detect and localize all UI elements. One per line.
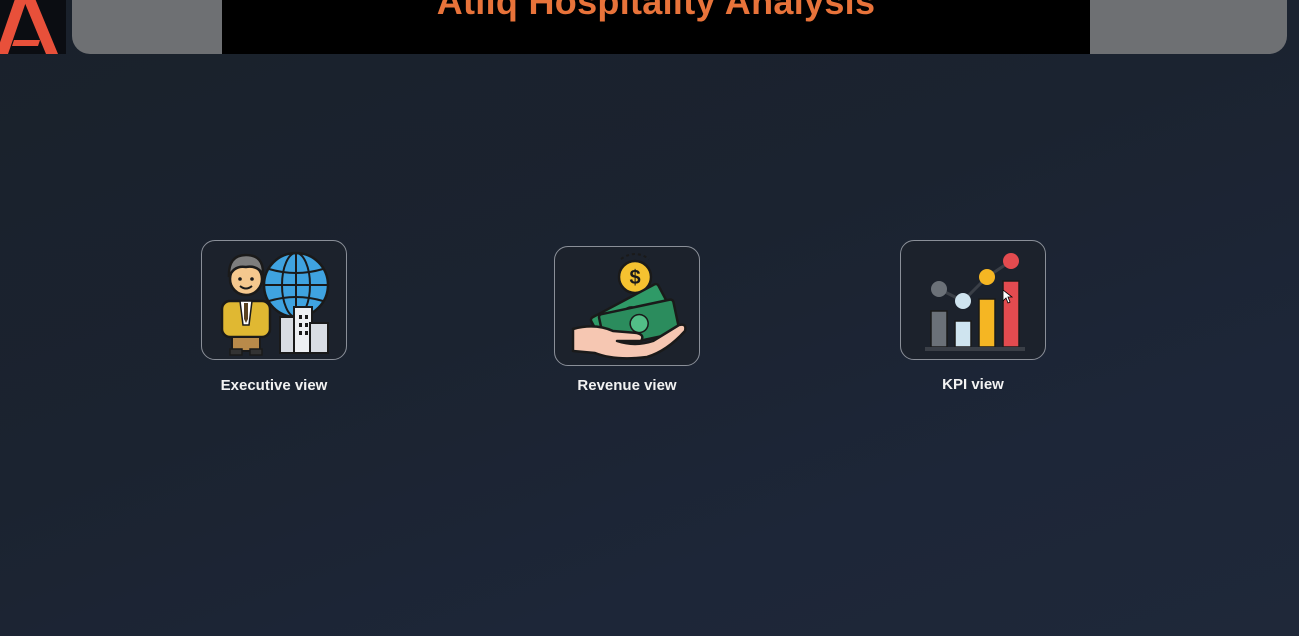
revenue-view-button[interactable]: $ bbox=[554, 246, 700, 366]
executive-view-label[interactable]: Executive view bbox=[174, 377, 374, 394]
money-hand-icon: $ bbox=[571, 253, 687, 360]
page-title: Atliq Hospitality Analysis bbox=[436, 0, 876, 22]
title-bar: Atliq Hospitality Analysis bbox=[222, 0, 1090, 54]
bar-chart-icon bbox=[925, 253, 1025, 351]
kpi-view-button[interactable] bbox=[900, 240, 1046, 360]
logo bbox=[0, 0, 66, 54]
executive-globe-icon bbox=[220, 251, 330, 356]
kpi-view-label[interactable]: KPI view bbox=[873, 376, 1073, 393]
logo-icon bbox=[0, 0, 58, 54]
svg-text:$: $ bbox=[629, 267, 640, 289]
executive-view-button[interactable] bbox=[201, 240, 347, 360]
mouse-cursor-icon bbox=[1003, 290, 1013, 304]
revenue-view-label[interactable]: Revenue view bbox=[527, 377, 727, 394]
